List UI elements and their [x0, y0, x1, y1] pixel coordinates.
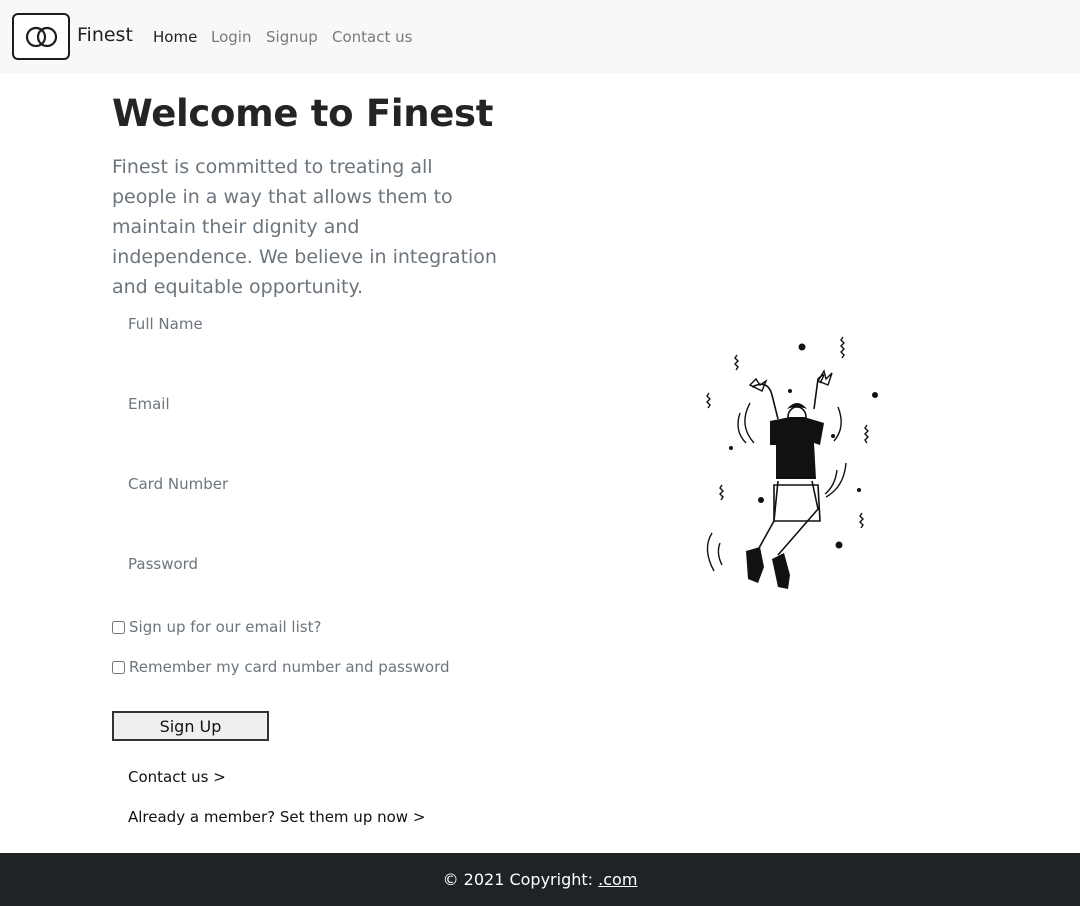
- nav-link-contact[interactable]: Contact us: [332, 28, 412, 46]
- page-title: Welcome to Finest: [112, 92, 494, 135]
- contact-us-link[interactable]: Contact us >: [128, 768, 226, 786]
- card-number-field-group: [112, 469, 492, 529]
- email-input[interactable]: [112, 389, 492, 419]
- password-field-group: [112, 549, 492, 609]
- email-list-checkbox[interactable]: [112, 620, 125, 634]
- top-navbar: Finest Home Login Signup Contact us: [0, 0, 1080, 73]
- brand-logo-icon[interactable]: [12, 13, 70, 60]
- brand-name[interactable]: Finest: [77, 24, 133, 46]
- full-name-field-group: [112, 309, 492, 369]
- copyright-text: © 2021 Copyright:: [442, 870, 594, 889]
- intro-paragraph: Finest is committed to treating all peop…: [112, 156, 497, 298]
- nav-link-signup[interactable]: Signup: [266, 28, 318, 46]
- nav-link-login[interactable]: Login: [211, 28, 251, 46]
- email-field-group: [112, 389, 492, 449]
- jumping-person-illustration-icon: [706, 336, 878, 589]
- email-list-option[interactable]: Sign up for our email list?: [112, 618, 321, 636]
- page-footer: © 2021 Copyright: .com: [0, 853, 1080, 906]
- password-input[interactable]: [112, 549, 492, 579]
- full-name-input[interactable]: [112, 309, 492, 339]
- card-number-input[interactable]: [112, 469, 492, 499]
- sign-up-button[interactable]: Sign Up: [112, 711, 269, 741]
- nav-link-home[interactable]: Home: [153, 28, 197, 46]
- remember-checkbox[interactable]: [112, 660, 125, 674]
- remember-option[interactable]: Remember my card number and password: [112, 658, 450, 676]
- remember-label: Remember my card number and password: [129, 658, 450, 676]
- footer-link[interactable]: .com: [598, 870, 637, 889]
- member-setup-link[interactable]: Already a member? Set them up now >: [128, 808, 425, 826]
- email-list-label: Sign up for our email list?: [129, 618, 322, 636]
